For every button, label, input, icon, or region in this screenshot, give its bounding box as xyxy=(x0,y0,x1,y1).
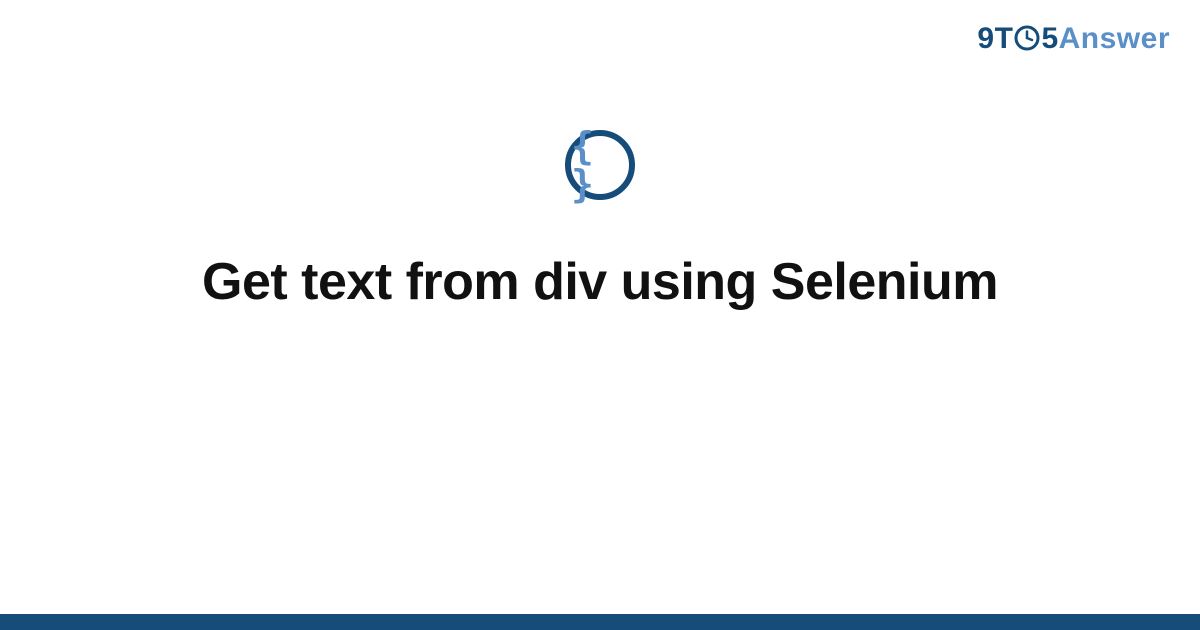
brand-logo: 9T 5 Answer xyxy=(977,22,1170,56)
brand-suffix: Answer xyxy=(1059,22,1170,56)
code-braces-glyph: { } xyxy=(571,127,629,203)
footer-bar xyxy=(0,614,1200,630)
brand-prefix: 9T xyxy=(977,22,1013,56)
clock-icon xyxy=(1014,25,1040,51)
page-title: Get text from div using Selenium xyxy=(202,252,998,312)
page-root: 9T 5 Answer { } Get text from div using … xyxy=(0,0,1200,630)
hero-block: { } Get text from div using Selenium xyxy=(0,130,1200,312)
code-braces-icon: { } xyxy=(565,130,635,200)
brand-middle: 5 xyxy=(1041,22,1058,56)
